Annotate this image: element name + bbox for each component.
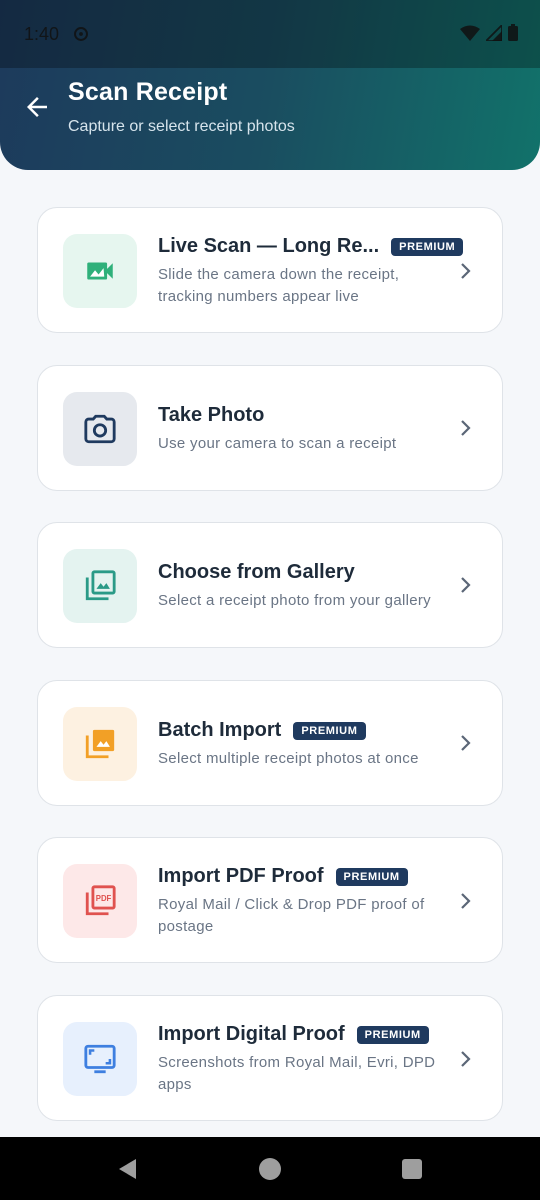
chevron-right-icon	[461, 420, 471, 436]
icon-container: PDF	[63, 864, 137, 938]
back-arrow-icon[interactable]	[22, 92, 52, 122]
chevron-right-icon	[461, 577, 471, 593]
option-title: Live Scan — Long Re...	[158, 235, 380, 257]
option-title: Choose from Gallery	[158, 561, 355, 583]
back-triangle-icon[interactable]	[116, 1157, 140, 1181]
premium-badge: PREMIUM	[293, 721, 366, 740]
chevron-right-icon	[461, 263, 471, 279]
option-description: Screenshots from Royal Mail, Evri, DPD a…	[158, 1054, 436, 1093]
option-text: Batch Import PREMIUM Select multiple rec…	[158, 719, 458, 770]
option-title-row: Live Scan — Long Re... PREMIUM	[158, 235, 464, 258]
status-bar: 1:40	[0, 0, 540, 68]
option-text: Live Scan — Long Re... PREMIUM Slide the…	[158, 235, 464, 308]
page-title: Scan Receipt	[68, 78, 228, 106]
signal-icon	[486, 24, 502, 41]
system-nav-bar	[0, 1137, 540, 1200]
status-icons	[460, 24, 518, 41]
option-text: Take Photo Use your camera to scan a rec…	[158, 404, 458, 455]
icon-container	[63, 392, 137, 466]
option-title: Take Photo	[158, 404, 265, 426]
chevron-right-icon	[461, 893, 471, 909]
icon-container	[63, 234, 137, 308]
wifi-icon	[460, 25, 480, 41]
camera-icon	[84, 414, 116, 444]
option-import-digital[interactable]: Import Digital Proof PREMIUM Screenshots…	[37, 995, 503, 1121]
option-take-photo[interactable]: Take Photo Use your camera to scan a rec…	[37, 365, 503, 491]
video-camera-icon	[87, 262, 113, 280]
recents-square-icon[interactable]	[400, 1157, 424, 1181]
photo-library-icon	[85, 570, 116, 601]
premium-badge: PREMIUM	[391, 237, 464, 256]
option-title-row: Import PDF Proof PREMIUM	[158, 865, 458, 888]
icon-container	[63, 707, 137, 781]
option-title: Batch Import	[158, 719, 282, 741]
premium-badge: PREMIUM	[356, 1025, 429, 1044]
option-title: Import Digital Proof	[158, 1023, 345, 1045]
chevron-right-icon	[461, 735, 471, 751]
option-description: Select a receipt photo from your gallery	[158, 592, 431, 609]
chevron-right-icon	[461, 1051, 471, 1067]
screenshot-monitor-icon	[84, 1044, 116, 1074]
battery-icon	[508, 24, 518, 41]
option-choose-gallery[interactable]: Choose from Gallery Select a receipt pho…	[37, 522, 503, 648]
icon-container	[63, 1022, 137, 1096]
option-live-scan[interactable]: Live Scan — Long Re... PREMIUM Slide the…	[37, 207, 503, 333]
option-batch-import[interactable]: Batch Import PREMIUM Select multiple rec…	[37, 680, 503, 806]
option-text: Import Digital Proof PREMIUM Screenshots…	[158, 1023, 458, 1096]
option-import-pdf[interactable]: PDF Import PDF Proof PREMIUM Royal Mail …	[37, 837, 503, 963]
option-title-row: Choose from Gallery	[158, 561, 458, 584]
premium-badge: PREMIUM	[335, 867, 408, 886]
option-description: Slide the camera down the receipt, track…	[158, 266, 400, 305]
status-time: 1:40	[24, 24, 60, 44]
option-title-row: Take Photo	[158, 404, 458, 427]
page-subtitle: Capture or select receipt photos	[68, 118, 295, 135]
option-text: Import PDF Proof PREMIUM Royal Mail / Cl…	[158, 865, 458, 938]
header: 1:40 Scan Receipt Capture or select rece…	[0, 0, 540, 170]
sync-icon	[74, 27, 88, 41]
option-title-row: Batch Import PREMIUM	[158, 719, 458, 742]
option-title-row: Import Digital Proof PREMIUM	[158, 1023, 458, 1046]
home-circle-icon[interactable]	[258, 1157, 282, 1181]
pdf-icon: PDF	[85, 885, 116, 916]
option-description: Use your camera to scan a receipt	[158, 435, 397, 452]
svg-text:PDF: PDF	[96, 894, 112, 903]
icon-container	[63, 549, 137, 623]
option-description: Select multiple receipt photos at once	[158, 750, 419, 767]
option-text: Choose from Gallery Select a receipt pho…	[158, 561, 458, 612]
photo-stack-icon	[85, 729, 115, 759]
option-description: Royal Mail / Click & Drop PDF proof of p…	[158, 896, 425, 935]
option-title: Import PDF Proof	[158, 865, 324, 887]
